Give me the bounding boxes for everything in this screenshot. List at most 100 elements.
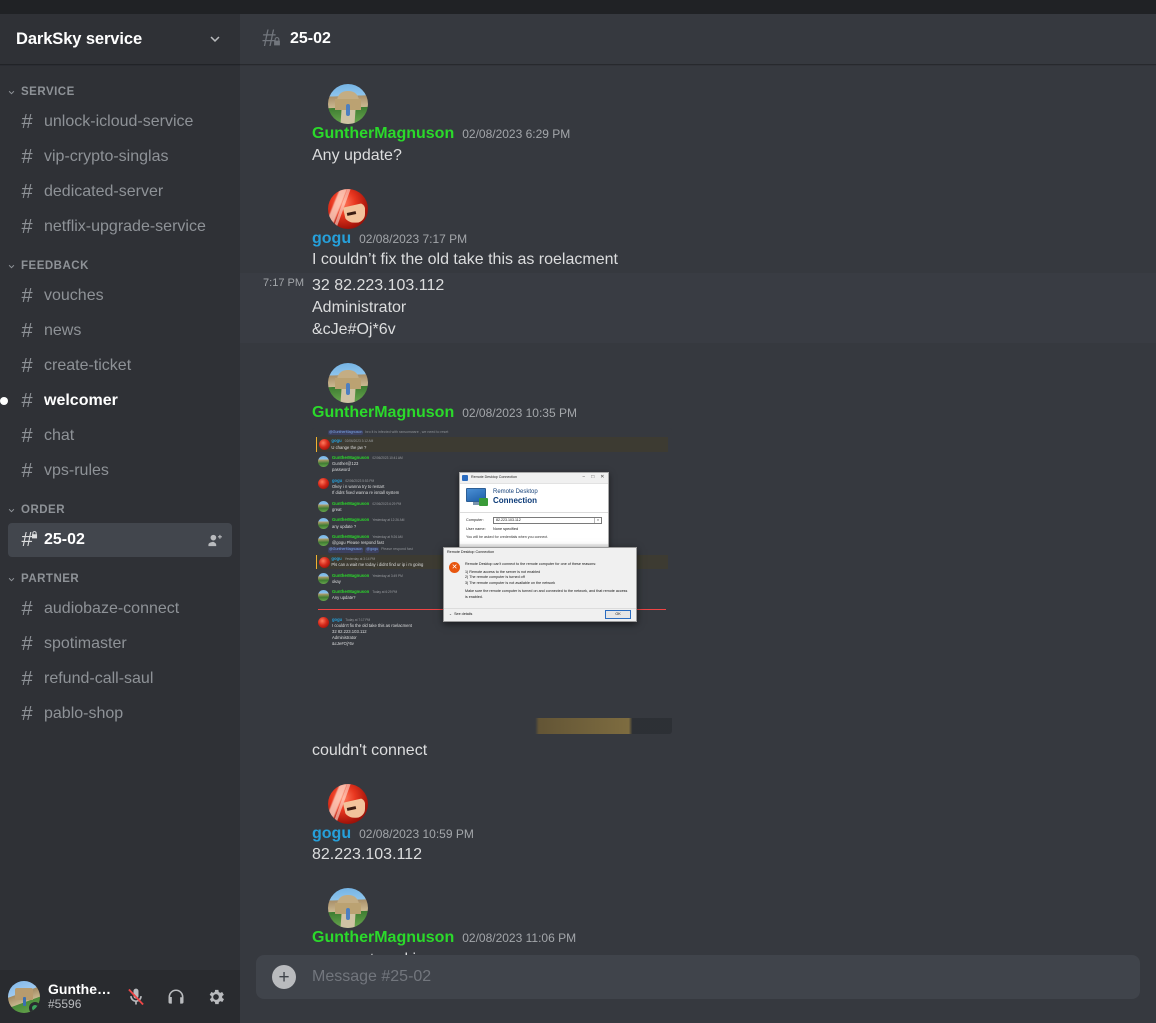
- message-list[interactable]: GuntherMagnuson 02/08/2023 6:29 PM Any u…: [240, 64, 1156, 955]
- rdp-error-ok-button[interactable]: OK: [605, 610, 631, 620]
- avatar[interactable]: [328, 363, 368, 404]
- message-item: GuntherMagnuson 02/08/2023 6:29 PM Any u…: [240, 81, 1156, 169]
- page-title: 25-02: [290, 30, 331, 47]
- lock-icon: [31, 531, 38, 539]
- sidebar-item-25-02[interactable]: # 25-02: [8, 523, 232, 557]
- image-attachment[interactable]: @GuntherMagnuson bro it is infected with…: [312, 427, 672, 734]
- sidebar-item-refund-call-saul[interactable]: # refund-call-saul: [8, 662, 232, 696]
- close-icon[interactable]: ✕: [599, 474, 606, 481]
- hash-icon: #: [21, 320, 33, 342]
- message-author[interactable]: GuntherMagnuson: [312, 927, 454, 949]
- nested-reply-line: @GuntherMagnuson bro it is infected with…: [328, 429, 668, 435]
- avatar: [318, 589, 329, 601]
- message-header: gogu 02/08/2023 7:17 PM: [312, 228, 1108, 250]
- chevron-down-icon[interactable]: ▾: [594, 517, 601, 523]
- avatar[interactable]: [8, 980, 40, 1013]
- discord-app-window: DarkSky service SERVICE # unlock-icloud-…: [0, 0, 1156, 1023]
- hash-icon: #: [21, 355, 33, 377]
- composer-box[interactable]: + Message #25-02: [256, 955, 1140, 999]
- avatar: [318, 573, 329, 585]
- avatar: [318, 501, 329, 513]
- message-item: GuntherMagnuson 02/08/2023 11:06 PM nope…: [240, 885, 1156, 955]
- nested-reply-mention: @GuntherMagnuson: [328, 429, 364, 435]
- category-label: PARTNER: [21, 573, 80, 585]
- message-author[interactable]: gogu: [312, 823, 351, 845]
- message-text: nope not working: [312, 949, 1108, 955]
- category-label: FEEDBACK: [21, 260, 89, 272]
- nested-author: GuntherMagnuson: [332, 572, 370, 578]
- message-item: GuntherMagnuson 02/08/2023 10:35 PM @Gun…: [240, 360, 1156, 764]
- nested-author: gogu: [331, 556, 342, 561]
- sidebar-item-news[interactable]: # news: [8, 314, 232, 348]
- category-order[interactable]: ORDER: [0, 498, 240, 522]
- sidebar-item-vps-rules[interactable]: # vps-rules: [8, 454, 232, 488]
- rdp-heading-line1: Remote Desktop: [493, 488, 538, 495]
- rdp-error-body: ✕ Remote Desktop can't connect to the re…: [444, 558, 636, 600]
- channel-label: create-ticket: [44, 357, 132, 374]
- channel-label: unlock-icloud-service: [44, 113, 194, 130]
- sidebar-item-vouches[interactable]: # vouches: [8, 279, 232, 313]
- maximize-icon[interactable]: □: [590, 474, 596, 481]
- rdp-error-reasons: 1) Remote access to the server is not en…: [465, 569, 556, 585]
- channel-sidebar: DarkSky service SERVICE # unlock-icloud-…: [0, 14, 240, 1023]
- message-timestamp: 02/08/2023 6:29 PM: [462, 127, 571, 141]
- message-item: gogu 02/08/2023 7:17 PM I couldn’t fix t…: [240, 186, 1156, 274]
- sidebar-item-audiobaze-connect[interactable]: # audiobaze-connect: [8, 592, 232, 626]
- message-timestamp: 02/08/2023 11:06 PM: [462, 931, 577, 946]
- plus-circle-icon[interactable]: +: [272, 965, 296, 989]
- nested-author: GuntherMagnuson: [332, 589, 370, 595]
- error-icon: ✕: [449, 561, 460, 573]
- avatar[interactable]: [328, 84, 368, 124]
- category-partner[interactable]: PARTNER: [0, 567, 240, 591]
- category-service[interactable]: SERVICE: [0, 80, 240, 104]
- chevron-down-icon: [6, 505, 17, 516]
- sidebar-item-spotimaster[interactable]: # spotimaster: [8, 627, 232, 661]
- sidebar-item-netflix-upgrade-service[interactable]: # netflix-upgrade-service: [8, 210, 232, 244]
- avatar[interactable]: [328, 188, 368, 229]
- channel-label: audiobaze-connect: [44, 600, 180, 617]
- category-feedback[interactable]: FEEDBACK: [0, 254, 240, 278]
- message-author[interactable]: gogu: [312, 228, 351, 250]
- channel-label: welcomer: [44, 392, 118, 409]
- microphone-muted-icon[interactable]: [120, 981, 152, 1013]
- message-timestamp: 02/08/2023 7:17 PM: [359, 231, 468, 246]
- gear-icon[interactable]: [200, 981, 232, 1013]
- channel-label: vouches: [44, 287, 104, 304]
- sidebar-item-unlock-icloud-service[interactable]: # unlock-icloud-service: [8, 105, 232, 139]
- nested-author: GuntherMagnuson: [332, 500, 370, 506]
- chevron-down-icon: [6, 87, 17, 98]
- sidebar-item-pablo-shop[interactable]: # pablo-shop: [8, 697, 232, 731]
- channel-list[interactable]: SERVICE # unlock-icloud-service # vip-cr…: [0, 64, 240, 970]
- status-badge-online: [29, 1001, 40, 1013]
- message-input[interactable]: Message #25-02: [312, 968, 1124, 986]
- avatar[interactable]: [328, 783, 368, 824]
- message-author[interactable]: GuntherMagnuson: [312, 123, 454, 145]
- user-identity[interactable]: GuntherM... #5596: [48, 982, 112, 1011]
- guild-header-button[interactable]: DarkSky service: [0, 14, 240, 64]
- sidebar-item-chat[interactable]: # chat: [8, 419, 232, 453]
- rdp-error-title: Remote Desktop Connection: [447, 550, 495, 555]
- guild-name: DarkSky service: [16, 29, 143, 48]
- rdp-computer-input[interactable]: 82.223.103.112 ▾: [493, 516, 602, 524]
- message-author[interactable]: GuntherMagnuson: [312, 402, 454, 424]
- rdp-titlebar: Remote Desktop Connection − □ ✕: [460, 472, 608, 484]
- minimize-icon[interactable]: −: [581, 474, 587, 481]
- user-discriminator: #5596: [48, 996, 82, 1011]
- sidebar-item-vip-crypto-singlas[interactable]: # vip-crypto-singlas: [8, 140, 232, 174]
- rdp-see-details-toggle[interactable]: ⌄ See details: [449, 612, 605, 617]
- add-member-icon[interactable]: [207, 532, 224, 549]
- chevron-down-icon: ⌄: [449, 612, 453, 617]
- avatar[interactable]: [328, 888, 368, 929]
- message-item-hovered: 7:17 PM 32 82.223.103.112 Administrator …: [240, 273, 1156, 344]
- rdp-computer-label: Computer:: [466, 517, 484, 522]
- nested-timestamp: Yesterday at 3:14 PM: [344, 557, 376, 561]
- sidebar-item-create-ticket[interactable]: # create-ticket: [8, 349, 232, 383]
- hash-icon: #: [21, 460, 33, 482]
- nested-reply-mention: @GuntherMagnuson: [328, 547, 364, 553]
- headset-icon[interactable]: [160, 981, 192, 1013]
- nested-timestamp: Today at 6:29 PM: [372, 590, 398, 595]
- sidebar-item-welcomer[interactable]: # welcomer: [0, 384, 232, 418]
- channel-label: dedicated-server: [44, 183, 164, 200]
- sidebar-item-dedicated-server[interactable]: # dedicated-server: [8, 175, 232, 209]
- hash-icon: #: [21, 390, 33, 412]
